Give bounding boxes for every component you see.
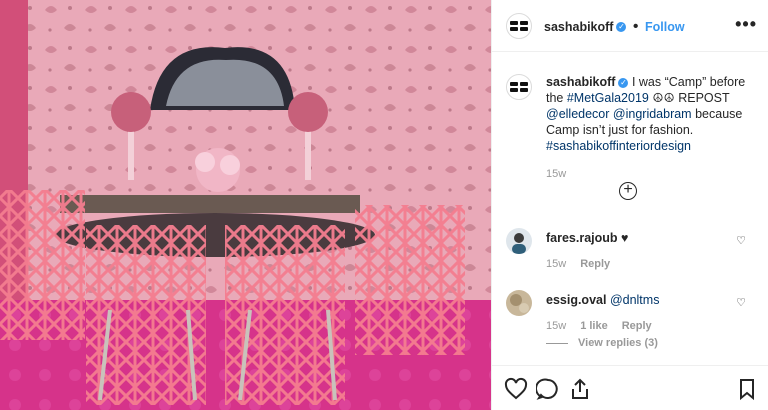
profile-avatar[interactable] xyxy=(506,13,532,39)
comment-icon[interactable] xyxy=(536,377,560,401)
dining-room-image xyxy=(0,0,491,410)
view-replies-label: View replies (3) xyxy=(578,337,658,349)
caption-text-2: ☮☮ REPOST xyxy=(648,91,730,105)
comment-text: ♥ xyxy=(621,231,629,245)
avatar[interactable] xyxy=(506,290,532,316)
view-replies-link[interactable]: View replies (3) xyxy=(546,337,658,349)
caption-time: 15w xyxy=(546,168,567,180)
post-username[interactable]: sashabikoff xyxy=(544,20,613,34)
post-header: sashabikoff ✓ • Follow ••• xyxy=(492,0,768,52)
comment-time: 15w xyxy=(546,258,567,270)
follow-button[interactable]: Follow xyxy=(645,20,685,34)
caption-username[interactable]: sashabikoff xyxy=(546,75,615,89)
comment-mention[interactable]: @dnltms xyxy=(610,293,660,307)
mention-ingridabram[interactable]: @ingridabram xyxy=(613,107,692,121)
heart-icon[interactable] xyxy=(504,377,528,401)
post-side-panel: sashabikoff ✓ • Follow ••• sashabikoff ✓ I… xyxy=(491,0,768,410)
share-icon[interactable] xyxy=(568,377,592,401)
caption-avatar[interactable] xyxy=(506,74,532,100)
reply-button[interactable]: Reply xyxy=(580,258,610,270)
sb-logo-icon xyxy=(510,82,528,92)
bookmark-icon[interactable] xyxy=(735,377,759,401)
hashtag-metgala[interactable]: #MetGala2019 xyxy=(567,91,649,105)
comment-username[interactable]: essig.oval xyxy=(546,293,606,307)
post-photo[interactable] xyxy=(0,0,491,410)
hashtag-interiordesign[interactable]: #sashabikoffinteriordesign xyxy=(546,139,691,153)
comment-time: 15w xyxy=(546,320,567,332)
avatar[interactable] xyxy=(506,228,532,254)
reply-button[interactable]: Reply xyxy=(622,320,652,332)
comment-likes-count[interactable]: 1 like xyxy=(580,320,608,332)
more-options-icon[interactable]: ••• xyxy=(735,14,757,35)
plus-circle-icon[interactable]: + xyxy=(619,182,637,200)
comment-like-heart-icon[interactable]: ♡ xyxy=(736,296,746,309)
comment-username[interactable]: fares.rajoub xyxy=(546,231,618,245)
sb-logo-icon xyxy=(510,21,528,31)
verified-icon: ✓ xyxy=(618,77,629,88)
divider-line xyxy=(546,342,568,344)
mention-elledecor[interactable]: @elledecor xyxy=(546,107,609,121)
post-caption: sashabikoff ✓ I was “Camp” before the #Me… xyxy=(546,74,752,182)
dot-separator: • xyxy=(632,18,639,35)
comment-like-heart-icon[interactable]: ♡ xyxy=(736,234,746,247)
action-bar xyxy=(492,365,768,410)
verified-icon: ✓ xyxy=(616,21,627,32)
